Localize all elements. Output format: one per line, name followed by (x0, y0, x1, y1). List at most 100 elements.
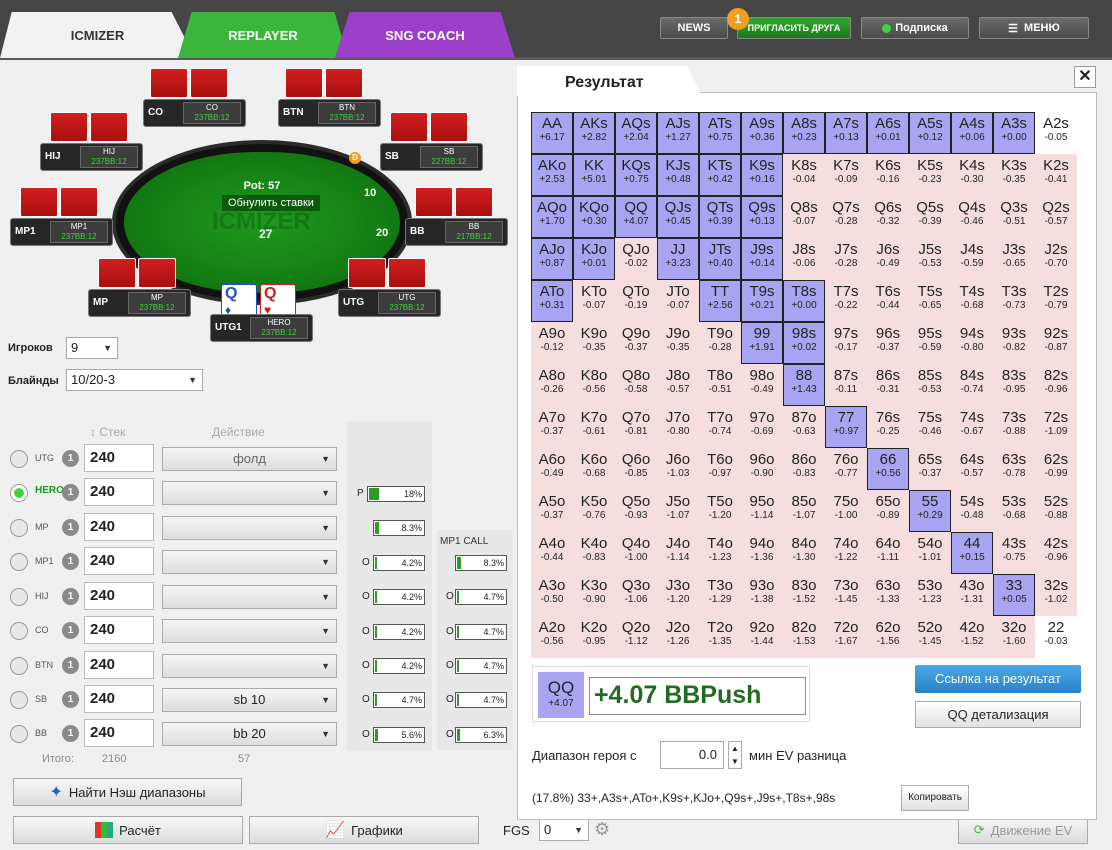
action-select[interactable] (162, 654, 337, 678)
action-select[interactable] (162, 619, 337, 643)
hand-cell[interactable]: 93s -0.82 (993, 322, 1035, 364)
hand-cell[interactable]: A3s +0.00 (993, 112, 1035, 154)
hand-cell[interactable]: KTs +0.42 (699, 154, 741, 196)
hand-cell[interactable]: 62o -1.56 (867, 616, 909, 658)
hand-cell[interactable]: 98o -0.49 (741, 364, 783, 406)
hand-cell[interactable]: AQs +2.04 (615, 112, 657, 154)
hand-cell[interactable]: 75s -0.46 (909, 406, 951, 448)
hand-cell[interactable]: 97o -0.69 (741, 406, 783, 448)
hand-cell[interactable]: 74o -1.22 (825, 532, 867, 574)
hand-cell[interactable]: T8s +0.00 (783, 280, 825, 322)
hand-cell[interactable]: 55 +0.29 (909, 490, 951, 532)
seat-hero[interactable]: UTG1 HERO 237BB:12 (210, 314, 313, 342)
hand-cell[interactable]: Q7s -0.28 (825, 196, 867, 238)
hand-cell[interactable]: 43s -0.75 (993, 532, 1035, 574)
hand-cell[interactable]: A2o -0.56 (531, 616, 573, 658)
hand-details-button[interactable]: QQ детализация (915, 701, 1081, 728)
hand-cell[interactable]: 85s -0.53 (909, 364, 951, 406)
hand-cell[interactable]: A4o -0.44 (531, 532, 573, 574)
seat-utg[interactable]: UTG UTG 237BB:12 (338, 289, 441, 317)
hand-cell[interactable]: T7s -0.22 (825, 280, 867, 322)
hand-cell[interactable]: K8s -0.04 (783, 154, 825, 196)
hand-cell[interactable]: 74s -0.67 (951, 406, 993, 448)
hand-cell[interactable]: K3s -0.35 (993, 154, 1035, 196)
hand-cell[interactable]: K9o -0.35 (573, 322, 615, 364)
min-ev-input[interactable]: 0.0 (660, 741, 724, 769)
action-select[interactable]: фолд (162, 447, 337, 471)
hand-cell[interactable]: K2o -0.95 (573, 616, 615, 658)
hand-cell[interactable]: Q6s -0.32 (867, 196, 909, 238)
hand-cell[interactable]: A6o -0.49 (531, 448, 573, 490)
hand-cell[interactable]: A7o -0.37 (531, 406, 573, 448)
action-select[interactable]: bb 20 (162, 722, 337, 746)
hand-cell[interactable]: 96s -0.37 (867, 322, 909, 364)
stack-input[interactable]: 240 (84, 513, 154, 541)
ev-movement-button[interactable]: ⟳ Движение EV (958, 816, 1088, 844)
hand-cell[interactable]: 73s -0.88 (993, 406, 1035, 448)
hand-cell[interactable]: 53s -0.68 (993, 490, 1035, 532)
hand-cell[interactable]: 54o -1.01 (909, 532, 951, 574)
stack-input[interactable]: 240 (84, 616, 154, 644)
hand-cell[interactable]: KJo +0.01 (573, 238, 615, 280)
hand-cell[interactable]: JTs +0.40 (699, 238, 741, 280)
copy-button[interactable]: Копировать (901, 785, 969, 811)
hand-cell[interactable]: K3o -0.90 (573, 574, 615, 616)
hand-cell[interactable]: 99 +1.91 (741, 322, 783, 364)
blinds-select[interactable]: 10/20-3 (66, 369, 203, 391)
hand-cell[interactable]: 43o -1.31 (951, 574, 993, 616)
players-select[interactable]: 9 (66, 337, 118, 359)
menu-button[interactable]: ☰ МЕНЮ (979, 17, 1089, 39)
hand-cell[interactable]: T3s -0.73 (993, 280, 1035, 322)
hand-cell[interactable]: T9o -0.28 (699, 322, 741, 364)
hand-cell[interactable]: 63s -0.78 (993, 448, 1035, 490)
hand-cell[interactable]: AJs +1.27 (657, 112, 699, 154)
hand-cell[interactable]: T2o -1.35 (699, 616, 741, 658)
close-icon[interactable]: ✕ (1074, 66, 1096, 88)
hand-cell[interactable]: J5s -0.53 (909, 238, 951, 280)
hand-cell[interactable]: T5s -0.65 (909, 280, 951, 322)
hand-cell[interactable]: K9s +0.16 (741, 154, 783, 196)
hand-cell[interactable]: 83o -1.52 (783, 574, 825, 616)
hand-cell[interactable]: J8o -0.57 (657, 364, 699, 406)
player-radio[interactable] (10, 622, 28, 640)
hand-cell[interactable]: TT +2.56 (699, 280, 741, 322)
hand-cell[interactable]: Q6o -0.85 (615, 448, 657, 490)
hand-cell[interactable]: 72o -1.67 (825, 616, 867, 658)
hand-cell[interactable]: 64s -0.57 (951, 448, 993, 490)
hand-cell[interactable]: A7s +0.13 (825, 112, 867, 154)
hand-cell[interactable]: 52o -1.45 (909, 616, 951, 658)
action-select[interactable] (162, 550, 337, 574)
stack-input[interactable]: 240 (84, 478, 154, 506)
hand-cell[interactable]: 76s -0.25 (867, 406, 909, 448)
hand-cell[interactable]: A8s +0.23 (783, 112, 825, 154)
hand-cell[interactable]: J5o -1.07 (657, 490, 699, 532)
hand-cell[interactable]: T6o -0.97 (699, 448, 741, 490)
player-radio[interactable] (10, 657, 28, 675)
hand-cell[interactable]: 98s +0.02 (783, 322, 825, 364)
hand-cell[interactable]: Q8s -0.07 (783, 196, 825, 238)
reset-bets-button[interactable]: Обнулить ставки (222, 195, 320, 211)
hand-cell[interactable]: 94o -1.36 (741, 532, 783, 574)
hand-cell[interactable]: 65o -0.89 (867, 490, 909, 532)
hand-cell[interactable]: AQo +1.70 (531, 196, 573, 238)
seat-btn[interactable]: BTN BTN 237BB:12 (278, 99, 381, 127)
hand-cell[interactable]: K4s -0.30 (951, 154, 993, 196)
hand-cell[interactable]: 62s -0.99 (1035, 448, 1077, 490)
hand-cell[interactable]: 82o -1.53 (783, 616, 825, 658)
hand-cell[interactable]: 64o -1.11 (867, 532, 909, 574)
hand-cell[interactable]: J2o -1.26 (657, 616, 699, 658)
player-radio[interactable] (10, 450, 28, 468)
hand-cell[interactable]: 92s -0.87 (1035, 322, 1077, 364)
hand-cell[interactable]: 87s -0.11 (825, 364, 867, 406)
player-radio[interactable] (10, 725, 28, 743)
hand-cell[interactable]: 95o -1.14 (741, 490, 783, 532)
hand-cell[interactable]: 82s -0.96 (1035, 364, 1077, 406)
player-radio[interactable] (10, 484, 28, 502)
hand-cell[interactable]: QJo -0.02 (615, 238, 657, 280)
player-radio[interactable] (10, 588, 28, 606)
hand-cell[interactable]: 92o -1.44 (741, 616, 783, 658)
tab-sng-coach[interactable]: SNG COACH (335, 12, 515, 58)
hand-cell[interactable]: 63o -1.33 (867, 574, 909, 616)
hand-cell[interactable]: A4s +0.06 (951, 112, 993, 154)
hand-cell[interactable]: T3o -1.29 (699, 574, 741, 616)
